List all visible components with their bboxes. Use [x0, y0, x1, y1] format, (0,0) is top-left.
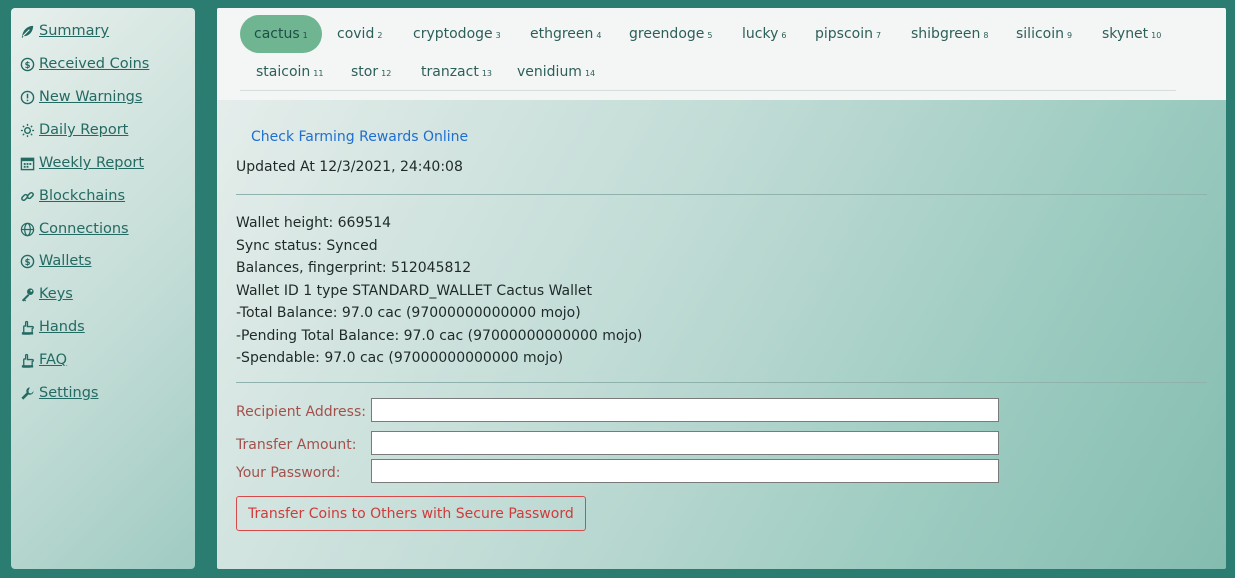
farming-rewards-link[interactable]: Check Farming Rewards Online — [251, 129, 468, 145]
leaf-icon — [20, 24, 35, 39]
sun-icon — [20, 123, 35, 138]
tab-greendoge[interactable]: greendoge 5 — [615, 15, 726, 53]
hand-icon — [20, 320, 35, 335]
transfer-amount-input[interactable] — [371, 431, 999, 455]
sidebar-item-keys[interactable]: Keys — [20, 283, 73, 305]
link-icon — [20, 189, 35, 204]
transfer-amount-label: Transfer Amount: — [236, 437, 357, 453]
main-panel: cactus 1 covid 2 cryptodoge 3 ethgreen 4 gre… — [217, 8, 1226, 569]
coin-icon: $ — [20, 254, 35, 269]
coin-icon: $ — [20, 57, 35, 72]
spendable-balance: -Spendable: 97.0 cac (97000000000000 moj… — [236, 350, 564, 366]
tab-shibgreen[interactable]: shibgreen 8 — [897, 15, 1002, 53]
tab-pipscoin[interactable]: pipscoin 7 — [801, 15, 895, 53]
tab-staicoin[interactable]: staicoin 11 — [242, 53, 337, 91]
tab-cactus[interactable]: cactus 1 — [240, 15, 322, 53]
tab-ethgreen[interactable]: ethgreen 4 — [516, 15, 616, 53]
sidebar-item-connections[interactable]: Connections — [20, 218, 129, 240]
sidebar: Summary $ Received Coins New Warnings Da… — [11, 8, 195, 569]
recipient-address-label: Recipient Address: — [236, 404, 366, 420]
wallet-id-type: Wallet ID 1 type STANDARD_WALLET Cactus … — [236, 282, 592, 299]
key-icon — [20, 287, 35, 302]
tab-cryptodoge[interactable]: cryptodoge 3 — [399, 15, 515, 53]
pending-total-balance: -Pending Total Balance: 97.0 cac (970000… — [236, 327, 643, 344]
svg-text:$: $ — [25, 59, 31, 69]
tab-venidium[interactable]: venidium 14 — [503, 53, 609, 91]
sidebar-item-new-warnings[interactable]: New Warnings — [20, 86, 142, 108]
tab-divider — [240, 90, 1176, 91]
calendar-icon — [20, 156, 35, 171]
sidebar-item-hands[interactable]: Hands — [20, 316, 85, 338]
tab-skynet[interactable]: skynet 10 — [1088, 15, 1175, 53]
sidebar-item-received-coins[interactable]: $ Received Coins — [20, 53, 149, 75]
sidebar-item-summary[interactable]: Summary — [20, 20, 109, 42]
transfer-coins-button[interactable]: Transfer Coins to Others with Secure Pas… — [236, 496, 586, 531]
warning-icon — [20, 90, 35, 105]
tab-stor[interactable]: stor 12 — [337, 53, 405, 91]
total-balance: -Total Balance: 97.0 cac (97000000000000… — [236, 305, 581, 321]
updated-timestamp: Updated At 12/3/2021, 24:40:08 — [236, 159, 463, 175]
sidebar-item-weekly-report[interactable]: Weekly Report — [20, 152, 144, 174]
password-label: Your Password: — [236, 465, 341, 481]
sidebar-item-faq[interactable]: FAQ — [20, 349, 67, 371]
sync-status: Sync status: Synced — [236, 237, 378, 254]
divider — [236, 194, 1207, 195]
wrench-icon — [20, 386, 35, 401]
tab-covid[interactable]: covid 2 — [323, 15, 396, 53]
sidebar-item-blockchains[interactable]: Blockchains — [20, 185, 125, 207]
coin-tabbar: cactus 1 covid 2 cryptodoge 3 ethgreen 4 gre… — [217, 8, 1226, 100]
wallet-info: Wallet height: 669514 Sync status: Synce… — [236, 212, 642, 370]
password-input[interactable] — [371, 459, 999, 483]
sidebar-item-settings[interactable]: Settings — [20, 382, 98, 404]
globe-icon — [20, 222, 35, 237]
divider — [236, 382, 1207, 383]
recipient-address-input[interactable] — [371, 398, 999, 422]
tab-tranzact[interactable]: tranzact 13 — [407, 53, 506, 91]
tab-silicoin[interactable]: silicoin 9 — [1002, 15, 1086, 53]
balances-fingerprint: Balances, fingerprint: 512045812 — [236, 260, 472, 276]
tab-lucky[interactable]: lucky 6 — [728, 15, 800, 53]
sidebar-item-daily-report[interactable]: Daily Report — [20, 119, 128, 141]
hand-icon — [20, 353, 35, 368]
sidebar-item-wallets[interactable]: $ Wallets — [20, 250, 92, 272]
svg-text:$: $ — [25, 256, 31, 266]
wallet-height: Wallet height: 669514 — [236, 215, 392, 231]
